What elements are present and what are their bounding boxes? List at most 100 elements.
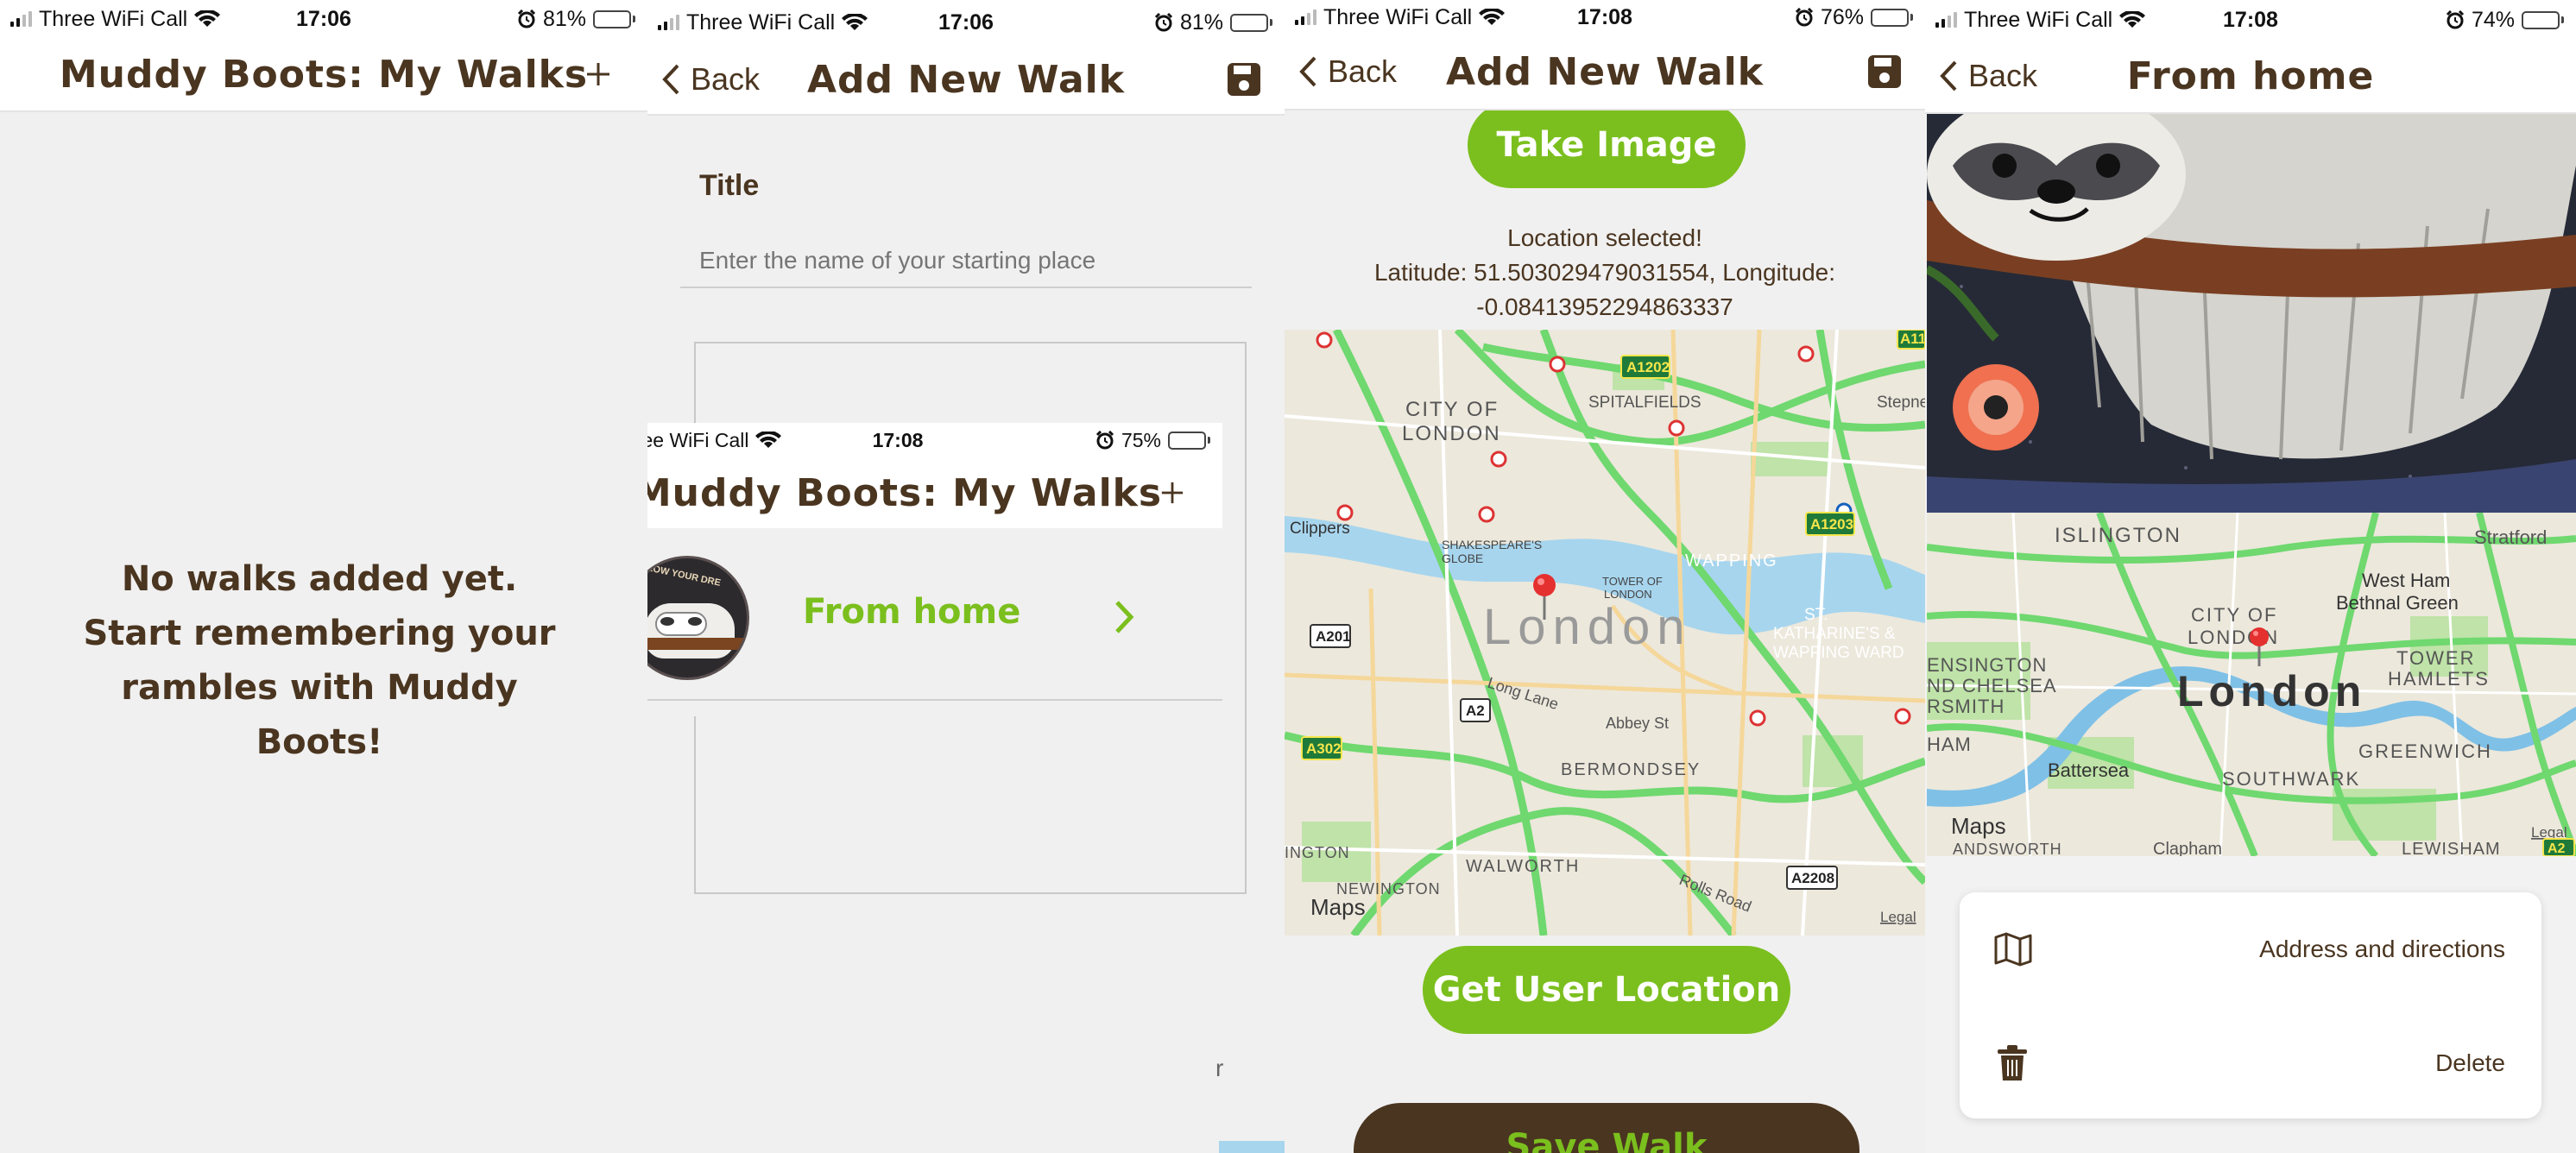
get-user-location-button[interactable]: Get User Location: [1423, 946, 1790, 1034]
map-label-stratford: Stratford: [2474, 526, 2547, 548]
map-label-ersmith: RSMITH: [1927, 696, 2005, 717]
map-pin-icon: [2250, 627, 2269, 666]
wifi-icon: [2119, 11, 2146, 28]
back-label: Back: [1968, 58, 2038, 93]
map-label-kensington: ENSINGTON: [1927, 654, 2047, 676]
road-shield-a1203: A1203: [1810, 516, 1853, 532]
map-icon: [1994, 932, 2032, 967]
delete-row[interactable]: Delete: [1960, 1005, 2541, 1118]
status-bar: Three WiFi Call 17:08 75%: [647, 423, 1222, 457]
add-walk-button[interactable]: [1160, 481, 1184, 505]
status-bar: Three WiFi Call 17:06 81%: [647, 0, 1285, 45]
status-bar: Three WiFi Call 17:08 76%: [1285, 0, 1925, 35]
map-label-ham: HAM: [1927, 734, 1972, 755]
partial-map-edge: [1219, 1141, 1285, 1153]
maps-logo: Maps: [1310, 894, 1366, 920]
signal-icon: [1935, 12, 1957, 28]
alarm-icon: [1795, 8, 1814, 27]
thumbnail-text: LOW YOUR DRE: [647, 563, 722, 589]
map-label-legal: Legal: [1880, 909, 1916, 925]
page-title: Add New Walk: [807, 57, 1125, 102]
back-label: Back: [691, 61, 761, 97]
page-title: From home: [2126, 54, 2375, 98]
map-pin-icon: [1533, 574, 1556, 620]
road-shield-a11: A11: [1900, 331, 1925, 347]
nav-bar: Muddy Boots: My Walks: [0, 38, 647, 112]
battery-percent: 81%: [1179, 9, 1223, 35]
nav-bar: Muddy Boots: My Walks: [647, 457, 1222, 528]
map-label-globe-line1: SHAKESPEARE'S: [1442, 538, 1542, 551]
location-info: Location selected! Latitude: 51.50302947…: [1285, 221, 1925, 324]
carrier-label: Three WiFi Call: [1323, 4, 1473, 29]
map-label-katharine-line2: KATHARINE'S &: [1773, 625, 1896, 643]
road-shield-a2208: A2208: [1791, 870, 1834, 886]
walks-list-overlay: Three WiFi Call 17:08 75% Muddy Boots: M…: [647, 423, 1222, 716]
road-shield-a2: A2: [1466, 703, 1485, 719]
location-map[interactable]: CITY OF LONDON SPITALFIELDS Stepney Clip…: [1285, 330, 1925, 936]
battery-icon: [1168, 431, 1210, 450]
address-directions-label: Address and directions: [2259, 936, 2505, 962]
alarm-icon: [1154, 13, 1173, 32]
back-button[interactable]: Back: [1939, 58, 2037, 94]
battery-icon: [1230, 13, 1272, 32]
sloth-illustration: [1927, 114, 2576, 513]
battery-icon: [1871, 8, 1913, 27]
map-label-city: CITY OF: [1405, 398, 1499, 421]
page-title: Muddy Boots: My Walks: [647, 470, 1163, 515]
wifi-icon: [755, 432, 782, 448]
wifi-icon: [194, 10, 221, 27]
map-label-clapham: Clapham: [2153, 840, 2222, 856]
road-shield-a302: A302: [1306, 740, 1342, 757]
take-image-button[interactable]: Take Image: [1468, 102, 1746, 188]
screen-walks-empty: Three WiFi Call 17:06 81% Muddy Boots: M…: [0, 0, 647, 1153]
map-label-southwark: SOUTHWARK: [2222, 768, 2360, 790]
map-label-globe-line2: GLOBE: [1442, 551, 1483, 565]
plus-icon: [1161, 482, 1184, 504]
screen-add-walk-location: Take Image Location selected! Latitude: …: [1285, 0, 1925, 1153]
map-label-hamlets: HAMLETS: [2388, 668, 2490, 690]
title-label: Title: [699, 169, 760, 202]
battery-percent: 74%: [2471, 7, 2515, 32]
maps-logo: Maps: [1951, 813, 2006, 839]
battery-percent: 81%: [542, 6, 586, 31]
carrier-label: Three WiFi Call: [39, 6, 188, 31]
map-label-lewisham: LEWISHAM: [2402, 840, 2501, 856]
wifi-icon: [1479, 9, 1506, 25]
map-label-tower-line1: TOWER OF: [1602, 575, 1663, 588]
status-bar: Three WiFi Call 17:08 74%: [1925, 0, 2576, 40]
save-icon: [1228, 63, 1260, 96]
alarm-icon: [517, 9, 536, 28]
map-label-battersea: Battersea: [2048, 759, 2130, 781]
alarm-icon: [1095, 431, 1114, 450]
save-button[interactable]: [1226, 61, 1262, 98]
status-bar: Three WiFi Call 17:06 81%: [0, 0, 647, 38]
map-label-abbey-st: Abbey St: [1606, 715, 1669, 732]
map-label-chelsea: ND CHELSEA: [1927, 675, 2057, 696]
address-directions-row[interactable]: Address and directions: [1960, 892, 2541, 1005]
map-label-ington: INGTON: [1285, 844, 1350, 861]
chevron-left-icon: [1940, 60, 1957, 91]
signal-icon: [658, 15, 679, 30]
map-label-katharine-line1: ST.: [1804, 606, 1828, 624]
back-button[interactable]: Back: [1298, 54, 1397, 90]
title-input[interactable]: [680, 235, 1252, 288]
nav-bar: Back Add New Walk: [1285, 35, 1925, 110]
add-walk-button[interactable]: [585, 61, 611, 87]
road-shield-a2: A2: [2548, 841, 2566, 856]
walk-location-map[interactable]: ISLINGTON Stratford West Ham Bethnal Gre…: [1927, 513, 2576, 856]
save-icon: [1868, 55, 1901, 88]
signal-icon: [10, 11, 32, 27]
latitude-longitude-text: Latitude: 51.503029479031554, Longitude:: [1373, 259, 1836, 286]
save-walk-button[interactable]: Save Walk: [1354, 1103, 1859, 1153]
page-title: Muddy Boots: My Walks: [59, 52, 589, 97]
map-label-walworth: WALWORTH: [1466, 857, 1580, 876]
wifi-icon: [842, 14, 868, 30]
save-button[interactable]: [1866, 54, 1903, 90]
alarm-icon: [2446, 10, 2465, 29]
map-label-stepney: Stepney: [1877, 394, 1925, 412]
back-button[interactable]: Back: [661, 61, 760, 98]
screen-add-walk-form: Three WiFi Call 17:06 81% Back Add New W…: [647, 0, 1285, 1153]
walk-list-item[interactable]: LOW YOUR DRE From home: [647, 537, 1222, 701]
map-label-london-big: London: [1483, 599, 1692, 655]
road-shield-a201: A201: [1316, 628, 1351, 645]
